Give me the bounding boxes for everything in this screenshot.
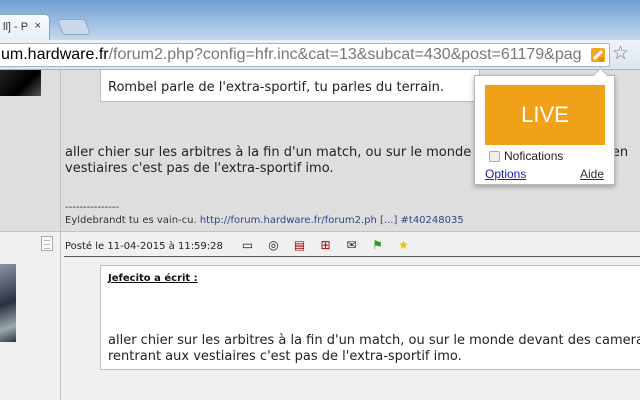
extension-popup: LIVE Nofications Options Aide [474,75,615,185]
post-date: Posté le 11-04-2015 à 11:59:28 [65,241,223,252]
avatar [0,70,41,96]
url-path: /forum2.php?config=hfr.inc&cat=13&subcat… [108,46,582,63]
column-divider [60,70,61,400]
message-icon[interactable]: ◎ [265,238,282,252]
live-button[interactable]: LIVE [485,85,605,145]
quote-box: Rombel parle de l'extra-sportif, tu parl… [100,70,480,102]
quote-icon[interactable]: ▤ [291,238,308,252]
signature: Eyldebrandt tu es vain-cu. http://forum.… [65,215,464,226]
multiquote-icon[interactable]: ⊞ [317,238,334,252]
address-bar[interactable]: um.hardware.fr/forum2.php?config=hfr.inc… [0,43,610,67]
browser-tab[interactable]: ll] - P × [0,14,50,40]
favorite-icon[interactable]: ★ [395,238,412,252]
notifications-toggle[interactable]: Nofications [489,149,563,163]
alert-icon[interactable]: ⚑ [369,238,386,252]
header-divider [64,256,640,257]
quote-text: aller chier sur les arbitres à la fin d'… [108,333,640,365]
quote-line: rentrant aux vestiaires c'est pas de l'e… [108,349,462,364]
new-tab-button[interactable] [57,19,91,35]
profile-icon[interactable]: ▭ [239,238,256,252]
signature-separator: --------------- [65,202,120,213]
post-body-line: vestiaires c'est pas de l'extra-sportif … [65,161,334,176]
browser-tabstrip: ll] - P × [0,0,640,40]
quote-line: aller chier sur les arbitres à la fin d'… [108,333,640,348]
tab-title: ll] - P [3,21,29,33]
url-host: um.hardware.fr [1,46,109,63]
avatar [0,264,16,342]
signature-link[interactable]: http://forum.hardware.fr/forum2.ph [...]… [200,215,464,226]
post-actions: ▭ ◎ ▤ ⊞ ✉ ⚑ ★ [239,238,412,252]
notifications-checkbox[interactable] [489,150,500,162]
bookmark-star-icon[interactable]: ☆ [612,42,629,64]
quote-text: Rombel parle de l'extra-sportif, tu parl… [108,80,445,95]
signature-text: Eyldebrandt tu es vain-cu. [65,215,197,226]
options-link[interactable]: Options [485,167,526,181]
aide-link[interactable]: Aide [580,167,604,181]
quote-box: Jefecito a écrit : aller chier sur les a… [100,265,640,370]
extension-icon[interactable] [590,47,606,63]
tab-close-icon[interactable]: × [35,20,41,32]
document-icon [41,236,53,251]
notifications-label: Nofications [504,149,564,163]
email-icon[interactable]: ✉ [343,238,360,252]
quote-author: Jefecito a écrit : [108,273,198,284]
